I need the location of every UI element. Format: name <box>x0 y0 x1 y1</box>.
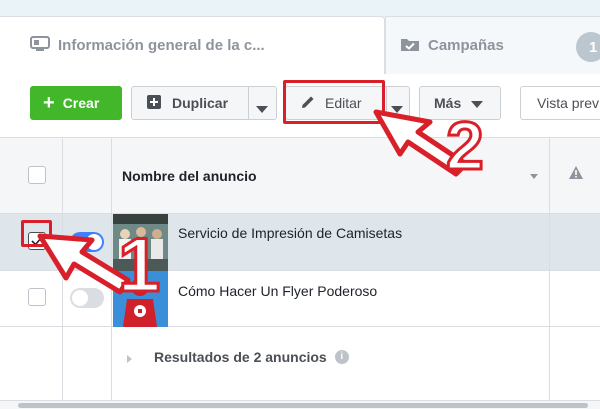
campaign-count-badge: 1 <box>576 32 600 62</box>
results-summary-row: Resultados de 2 anuncios i <box>0 327 600 400</box>
step-number-1: 1 <box>116 223 161 308</box>
duplicate-icon <box>146 94 162 113</box>
chevron-right-icon[interactable] <box>127 355 132 363</box>
select-all-checkbox[interactable] <box>28 166 46 184</box>
duplicate-button-label: Duplicar <box>172 95 229 111</box>
tab-overview-label: Información general de la c... <box>58 37 265 54</box>
plus-icon: + <box>43 92 55 114</box>
column-divider <box>549 138 550 400</box>
scrollbar-thumb[interactable] <box>18 403 588 408</box>
results-label: Resultados de 2 anuncios <box>154 349 327 365</box>
horizontal-scrollbar[interactable] <box>0 400 600 409</box>
tab-campaigns-label: Campañas <box>428 37 504 54</box>
warning-icon <box>569 166 583 184</box>
dashboard-icon <box>30 35 50 56</box>
results-summary: Resultados de 2 anuncios i <box>154 349 349 365</box>
duplicate-button[interactable]: Duplicar <box>131 86 277 120</box>
preview-button-label: Vista prev <box>537 95 599 111</box>
ad-name[interactable]: Servicio de Impresión de Camisetas <box>178 225 402 241</box>
create-button-label: Crear <box>62 95 100 111</box>
duplicate-dropdown-icon[interactable] <box>256 100 268 116</box>
ad-name[interactable]: Cómo Hacer Un Flyer Poderoso <box>178 283 377 299</box>
step-number-2: 2 <box>445 108 486 184</box>
create-button[interactable]: + Crear <box>30 86 122 120</box>
folder-check-icon <box>400 36 420 56</box>
table-header-row: Nombre del anuncio <box>0 138 600 214</box>
info-icon[interactable]: i <box>334 350 349 364</box>
sort-icon[interactable] <box>530 174 538 179</box>
tab-bar: Información general de la c... Campañas … <box>0 0 600 74</box>
duplicate-separator <box>248 87 249 119</box>
tab-campaigns[interactable]: Campañas 1 <box>385 16 600 74</box>
column-header-ad-name[interactable]: Nombre del anuncio <box>122 168 257 184</box>
tab-overview[interactable]: Información general de la c... <box>0 16 385 74</box>
preview-button[interactable]: Vista prev <box>520 86 600 120</box>
